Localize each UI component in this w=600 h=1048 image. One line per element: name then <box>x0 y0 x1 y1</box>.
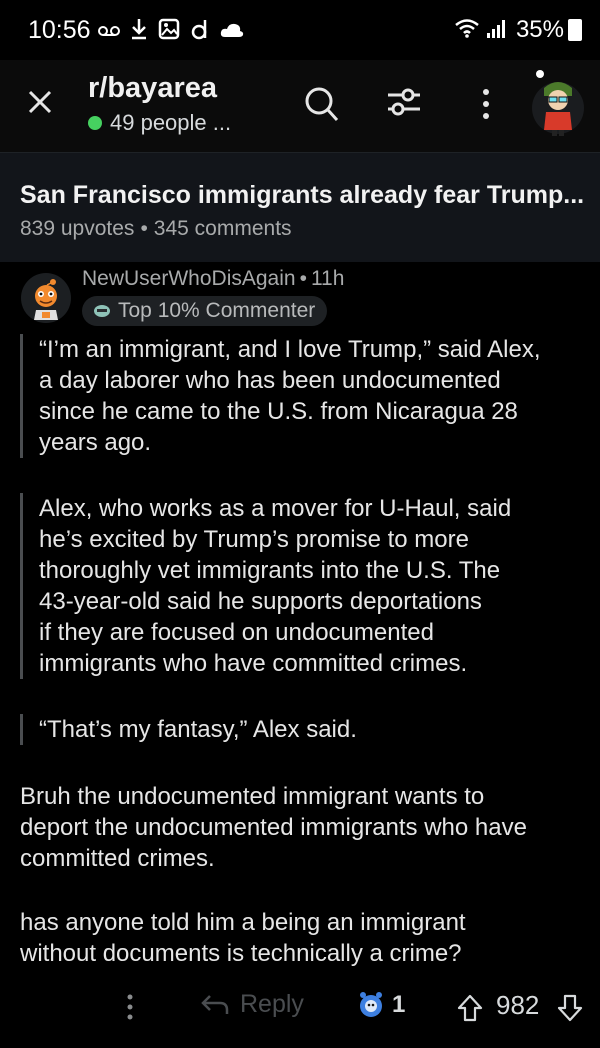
commenter-badge[interactable]: Top 10% Commenter <box>82 296 328 326</box>
blockquote-2: Alex, who works as a mover for U-Haul, s… <box>20 493 511 679</box>
blockquote-1: “I’m an immigrant, and I love Trump,” sa… <box>20 334 541 458</box>
reply-button[interactable]: Reply <box>200 990 304 1019</box>
downvote-button[interactable] <box>556 994 584 1027</box>
search-icon <box>305 87 339 122</box>
paragraph-line: without documents is technically a crime… <box>20 940 462 967</box>
wifi-icon <box>454 18 480 43</box>
quote-line: a day laborer who has been undocumented <box>39 367 501 394</box>
user-avatar[interactable] <box>526 68 586 138</box>
upvote-button[interactable] <box>456 994 484 1027</box>
post-meta: 839 upvotes • 345 comments <box>20 217 292 241</box>
quote-line: “I’m an immigrant, and I love Trump,” sa… <box>39 336 541 363</box>
quote-line: 43-year-old said he supports deportation… <box>39 588 482 615</box>
author-separator: • <box>299 267 307 290</box>
online-dot-icon <box>88 116 102 130</box>
commenter-badge-label: Top 10% Commenter <box>118 299 316 322</box>
award-button[interactable]: 1 <box>356 990 405 1020</box>
subreddit-name[interactable]: r/bayarea <box>88 72 217 105</box>
comment-score: 982 <box>496 990 540 1020</box>
battery-percent: 35% <box>515 16 564 43</box>
close-button[interactable] <box>22 84 58 120</box>
paragraph-line: committed crimes. <box>20 845 215 872</box>
more-options-button[interactable] <box>476 86 496 122</box>
paragraph-line: has anyone told him a being an immigrant <box>20 909 466 936</box>
filter-button[interactable] <box>386 84 422 120</box>
paragraph-line: Bruh the undocumented immigrant wants to <box>20 783 485 810</box>
battery-indicator: 35% <box>516 16 582 44</box>
post-title[interactable]: San Francisco immigrants already fear Tr… <box>20 181 584 210</box>
status-time: 10:56 <box>28 16 91 44</box>
quote-line: if they are focused on undocumented <box>39 619 434 646</box>
comment-age: 11h <box>310 267 345 290</box>
comment-author-avatar[interactable] <box>20 272 72 324</box>
comment-paragraph-1: Bruh the undocumented immigrant wants to… <box>20 781 590 874</box>
snoo-avatar-icon <box>21 273 71 323</box>
download-icon <box>130 18 148 46</box>
badge-icon <box>94 305 110 317</box>
subreddit-header: r/bayarea 49 people ... <box>0 60 600 152</box>
award-icon <box>360 992 382 1017</box>
signal-icon <box>486 18 508 43</box>
status-system-icons <box>454 18 508 43</box>
close-icon <box>28 90 52 114</box>
comment-count: 345 comments <box>153 217 292 240</box>
quote-line: he’s excited by Trump’s promise to more <box>39 526 469 553</box>
quote-line: years ago. <box>39 429 152 456</box>
d-app-icon <box>190 18 210 46</box>
voicemail-icon <box>98 21 120 44</box>
blockquote-3: “That’s my fantasy,” Alex said. <box>20 714 357 745</box>
reply-label: Reply <box>240 990 304 1018</box>
status-bar: 10:56 35% <box>0 0 600 60</box>
quote-line: Alex, who works as a mover for U-Haul, s… <box>39 495 512 522</box>
more-vertical-icon <box>483 89 489 119</box>
online-count: 49 people ... <box>88 110 231 136</box>
online-count-text: 49 people ... <box>110 110 232 135</box>
quote-line: immigrants who have committed crimes. <box>39 650 468 677</box>
gallery-icon <box>158 18 180 46</box>
avatar <box>532 70 584 136</box>
comment-author-line: NewUserWhoDisAgain • 11h <box>82 267 344 291</box>
comment-actions: Reply 1 982 <box>0 986 600 1030</box>
more-vertical-icon <box>127 994 133 1020</box>
award-count: 1 <box>392 991 406 1018</box>
post-header[interactable]: San Francisco immigrants already fear Tr… <box>0 152 600 262</box>
downvote-arrow-icon <box>557 994 583 1022</box>
upvote-arrow-icon <box>457 994 483 1022</box>
comment-paragraph-2: has anyone told him a being an immigrant… <box>20 907 590 969</box>
meta-separator: • <box>140 217 148 240</box>
filter-icon <box>388 88 420 116</box>
cloud-icon <box>220 21 244 44</box>
comment: NewUserWhoDisAgain • 11h Top 10% Commenter… <box>0 262 600 1048</box>
reply-arrow-icon <box>201 994 229 1014</box>
search-button[interactable] <box>303 84 341 124</box>
battery-icon <box>568 19 582 41</box>
quote-line: since he came to the U.S. from Nicaragua… <box>39 398 518 425</box>
upvote-count: 839 upvotes <box>20 217 135 240</box>
paragraph-line: deport the undocumented immigrants who h… <box>20 814 527 841</box>
status-notification-icons <box>98 18 244 46</box>
comment-more-button[interactable] <box>124 992 136 1022</box>
comment-author-name[interactable]: NewUserWhoDisAgain <box>82 267 296 290</box>
quote-line: “That’s my fantasy,” Alex said. <box>39 716 357 743</box>
quote-line: thoroughly vet immigrants into the U.S. … <box>39 557 501 584</box>
